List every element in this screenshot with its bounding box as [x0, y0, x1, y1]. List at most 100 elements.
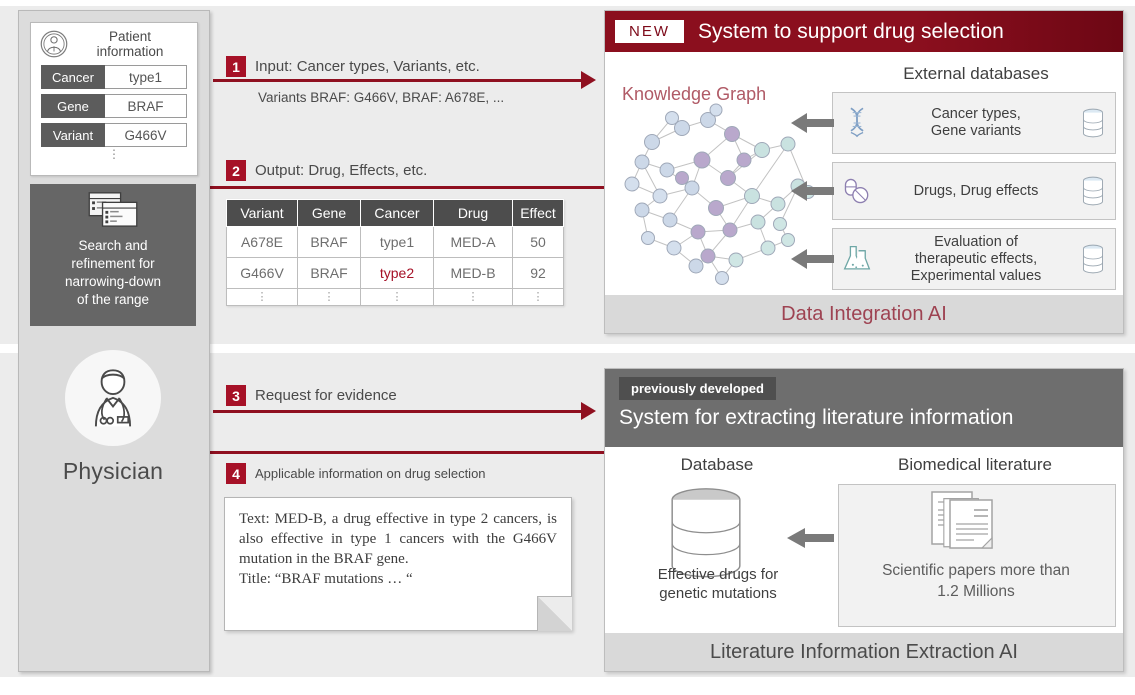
- gray-arrow-left-3-icon: [790, 246, 834, 277]
- cell-effect: 50: [512, 226, 564, 258]
- external-db-drugs-label: Drugs, Drug effects: [913, 182, 1039, 199]
- table-header-gene: Gene: [297, 199, 361, 227]
- external-db-evaluation: Evaluation of therapeutic effects, Exper…: [832, 228, 1116, 290]
- ext1-line2: Gene variants: [930, 123, 1022, 139]
- external-db-drugs: Drugs, Drug effects: [832, 162, 1116, 220]
- new-badge: NEW: [615, 20, 684, 43]
- search-caption-line4: of the range: [76, 292, 150, 307]
- external-databases-title: External databases: [903, 64, 1049, 83]
- drug-selection-panel-header: NEW System to support drug selection: [605, 11, 1123, 52]
- cell-cancer: type1: [360, 226, 434, 258]
- table-header-drug: Drug: [433, 199, 513, 227]
- cell-effect: 92: [512, 257, 564, 289]
- drug-result-table: Variant Gene Cancer Drug Effect A678E BR…: [226, 199, 564, 306]
- step-2-label: Output: Drug, Effects, etc.: [255, 162, 428, 179]
- patient-field-gene-key: Gene: [41, 94, 105, 118]
- literature-panel-title: System for extracting literature informa…: [619, 406, 1014, 429]
- table-header-row: Variant Gene Cancer Drug Effect: [226, 199, 564, 227]
- ext3-line3: Experimental values: [910, 267, 1042, 284]
- arrow-3-head: [581, 402, 596, 420]
- drug-selection-panel-title: System to support drug selection: [698, 19, 1004, 43]
- db-desc-line1: Effective drugs for: [657, 566, 779, 583]
- step-1-label: Input: Cancer types, Variants, etc.: [255, 58, 480, 75]
- gray-arrow-literature-to-db-icon: [786, 525, 834, 556]
- physician-label: Physician: [62, 458, 164, 484]
- patient-field-variant-key: Variant: [41, 123, 105, 147]
- data-integration-footer-label: Data Integration AI: [781, 302, 947, 325]
- search-refinement-caption: Search and refinement for narrowing-down…: [65, 237, 161, 309]
- table-header-cancer: Cancer: [360, 199, 434, 227]
- search-caption-line3: narrowing-down: [64, 274, 162, 289]
- physician-avatar-icon: [75, 358, 151, 439]
- literature-caption: Biomedical literature: [897, 455, 1052, 474]
- evidence-note-callout: Text: MED-B, a drug effective in type 2 …: [224, 497, 572, 631]
- database-caption: Database: [680, 455, 754, 474]
- step-1: 1 Input: Cancer types, Variants, etc.: [226, 56, 480, 77]
- diagram-canvas: Patient information Cancer type1 Gene BR…: [0, 0, 1135, 695]
- step-4-number: 4: [226, 463, 246, 484]
- step-3: 3 Request for evidence: [226, 385, 397, 406]
- table-header-variant: Variant: [226, 199, 298, 227]
- table-row: A678E BRAF type1 MED-A 50: [226, 226, 564, 258]
- table-row-ellipsis: ⋮ ⋮ ⋮ ⋮ ⋮: [226, 288, 564, 306]
- windows-search-icon: [86, 190, 140, 233]
- ext3-line1: Evaluation of: [934, 233, 1018, 250]
- table-header-effect: Effect: [512, 199, 564, 227]
- flasks-icon: [833, 243, 881, 275]
- step-4-label: Applicable information on drug selection: [255, 466, 486, 481]
- lit-desc-line2: 1.2 Millions: [937, 583, 1015, 600]
- cell-gene: BRAF: [297, 257, 361, 289]
- gray-arrow-left-1-icon: [790, 110, 834, 141]
- step-2-number: 2: [226, 160, 246, 181]
- patient-information-card: Patient information Cancer type1 Gene BR…: [30, 22, 198, 176]
- patient-card-header: Patient information: [31, 23, 197, 61]
- external-db-cancer-types-label: Cancer types, Gene variants: [881, 106, 1071, 140]
- step-3-number: 3: [226, 385, 246, 406]
- database-cylinder-icon: [1071, 243, 1115, 275]
- physician-avatar-circle: [65, 350, 161, 446]
- patient-field-variant: Variant G466V: [40, 122, 188, 148]
- cell-drug: MED-B: [433, 257, 513, 289]
- patient-field-cancer: Cancer type1: [40, 64, 188, 90]
- step-3-label: Request for evidence: [255, 387, 397, 404]
- database-cylinder-icon: [1071, 107, 1115, 139]
- literature-extraction-footer-label: Literature Information Extraction AI: [710, 640, 1018, 663]
- ellipsis-cell: ⋮: [297, 288, 361, 306]
- literature-description: Scientific papers more than 1.2 Millions: [840, 560, 1112, 602]
- ext3-line2: therapeutic effects,: [914, 250, 1038, 267]
- data-integration-footer: Data Integration AI: [605, 295, 1123, 333]
- search-refinement-box: Search and refinement for narrowing-down…: [30, 184, 196, 326]
- patient-field-cancer-value: type1: [105, 65, 187, 89]
- patient-field-cancer-key: Cancer: [41, 65, 105, 89]
- patient-field-gene: Gene BRAF: [40, 93, 188, 119]
- pills-capsule-icon: [833, 177, 881, 205]
- search-caption-line2: refinement for: [71, 256, 155, 271]
- physician-actor: Physician: [22, 350, 204, 485]
- top-divider: [0, 0, 1135, 6]
- patient-card-title-line2: information: [96, 44, 164, 59]
- external-db-evaluation-label: Evaluation of therapeutic effects, Exper…: [881, 234, 1071, 285]
- gray-arrow-left-2-icon: [790, 178, 834, 209]
- step-1-subnote: Variants BRAF: G466V, BRAF: A678E, ...: [258, 90, 505, 105]
- arrow-1-head: [581, 71, 596, 89]
- patient-avatar-icon: [39, 29, 69, 59]
- arrow-2-line: [209, 186, 604, 189]
- previously-developed-badge: previously developed: [619, 377, 776, 400]
- db-desc-line2: genetic mutations: [659, 585, 777, 602]
- patient-card-more-indicator: ⋮: [108, 147, 120, 161]
- evidence-note-title: Title: “BRAF mutations … “: [239, 571, 413, 587]
- cell-gene: BRAF: [297, 226, 361, 258]
- literature-extraction-footer: Literature Information Extraction AI: [605, 633, 1123, 671]
- database-cylinder-icon: [1071, 175, 1115, 207]
- step-2: 2 Output: Drug, Effects, etc.: [226, 160, 427, 181]
- literature-panel-header: previously developed System for extracti…: [605, 369, 1123, 447]
- note-folded-corner-icon: [537, 596, 572, 631]
- table-row: G466V BRAF type2 MED-B 92: [226, 257, 564, 289]
- ext1-line1: Cancer types,: [931, 106, 1021, 122]
- ellipsis-cell: ⋮: [360, 288, 434, 306]
- patient-card-title: Patient information: [69, 29, 191, 59]
- search-caption-line1: Search and: [78, 238, 148, 253]
- cell-drug: MED-A: [433, 226, 513, 258]
- patient-field-variant-value: G466V: [105, 123, 187, 147]
- step-1-number: 1: [226, 56, 246, 77]
